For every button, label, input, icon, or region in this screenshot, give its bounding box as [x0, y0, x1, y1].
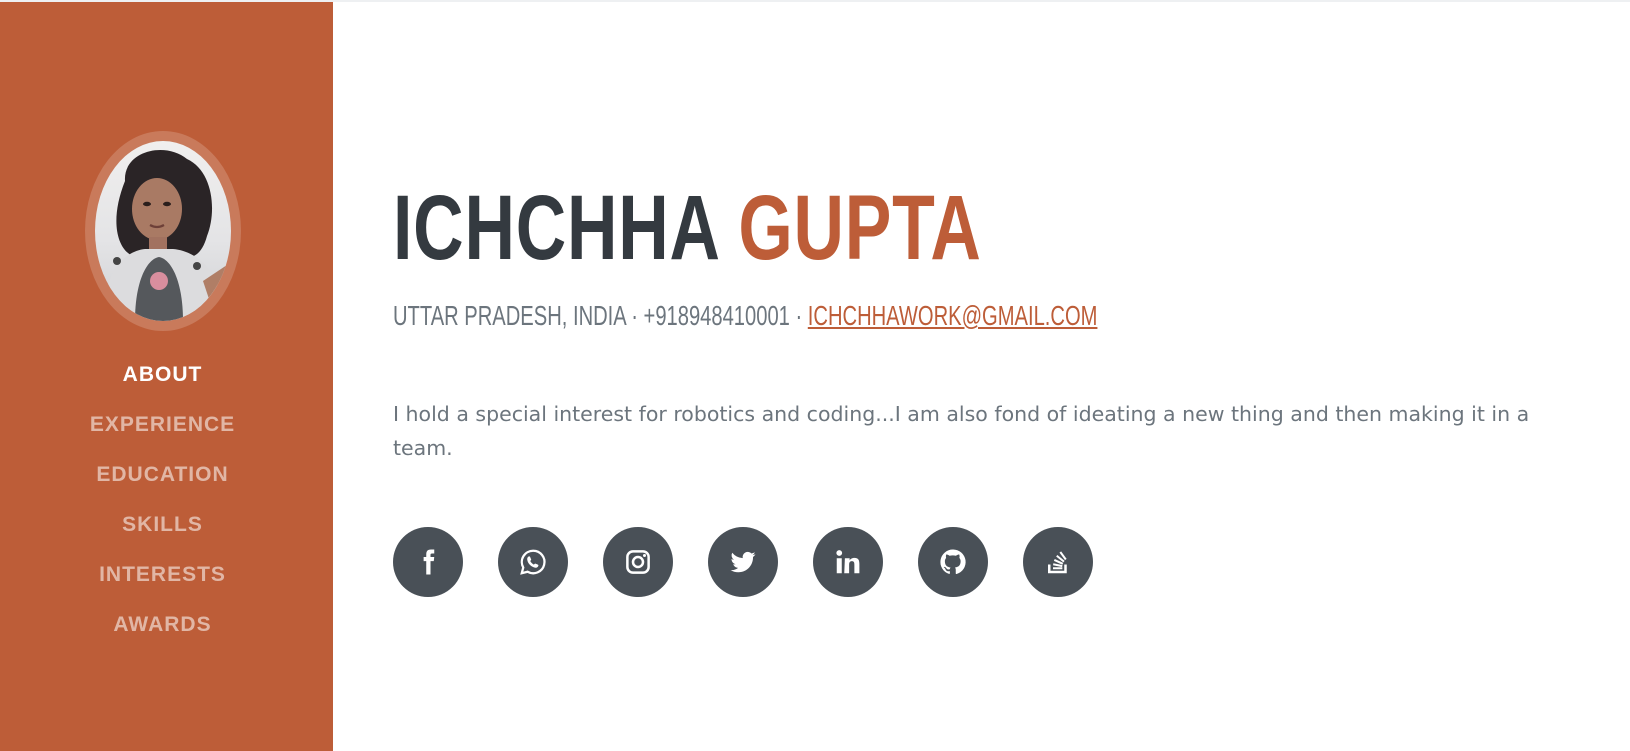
- nav-item-skills[interactable]: SKILLS: [0, 506, 325, 556]
- whatsapp-button[interactable]: [498, 527, 568, 597]
- nav-item-interests[interactable]: INTERESTS: [0, 556, 325, 606]
- page-title: ICHCHHA GUPTA: [393, 173, 982, 283]
- profile-photo-illustration: [103, 150, 231, 321]
- location-text: UTTAR PRADESH, INDIA: [393, 300, 626, 331]
- nav-item-awards[interactable]: AWARDS: [0, 606, 325, 656]
- contact-line: UTTAR PRADESH, INDIA · +918948410001 · I…: [393, 298, 1097, 334]
- stackoverflow-icon: [1048, 551, 1067, 574]
- profile-avatar[interactable]: [85, 131, 241, 331]
- about-text: I hold a special interest for robotics a…: [393, 402, 1530, 460]
- whatsapp-icon: [520, 549, 546, 575]
- linkedin-icon: [836, 550, 860, 574]
- nav-item-about[interactable]: ABOUT: [0, 356, 325, 406]
- phone-text: +918948410001: [643, 300, 790, 331]
- sidebar: ABOUT EXPERIENCE EDUCATION SKILLS INTERE…: [0, 2, 333, 751]
- github-button[interactable]: [918, 527, 988, 597]
- facebook-icon: [423, 549, 435, 575]
- separator: ·: [631, 300, 638, 331]
- sidebar-nav: ABOUT EXPERIENCE EDUCATION SKILLS INTERE…: [0, 356, 325, 656]
- social-icons: [393, 527, 1093, 597]
- stackoverflow-button[interactable]: [1023, 527, 1093, 597]
- nav-item-education[interactable]: EDUCATION: [0, 456, 325, 506]
- profile-photo: [95, 141, 231, 321]
- facebook-button[interactable]: [393, 527, 463, 597]
- first-name: ICHCHHA: [393, 177, 719, 279]
- github-icon: [940, 549, 966, 575]
- last-name: GUPTA: [738, 177, 982, 279]
- linkedin-button[interactable]: [813, 527, 883, 597]
- email-link[interactable]: ICHCHHAWORK@GMAIL.COM: [808, 300, 1098, 331]
- instagram-icon: [626, 550, 650, 574]
- instagram-button[interactable]: [603, 527, 673, 597]
- nav-item-experience[interactable]: EXPERIENCE: [0, 406, 325, 456]
- twitter-button[interactable]: [708, 527, 778, 597]
- separator: ·: [795, 300, 803, 331]
- twitter-icon: [730, 551, 756, 573]
